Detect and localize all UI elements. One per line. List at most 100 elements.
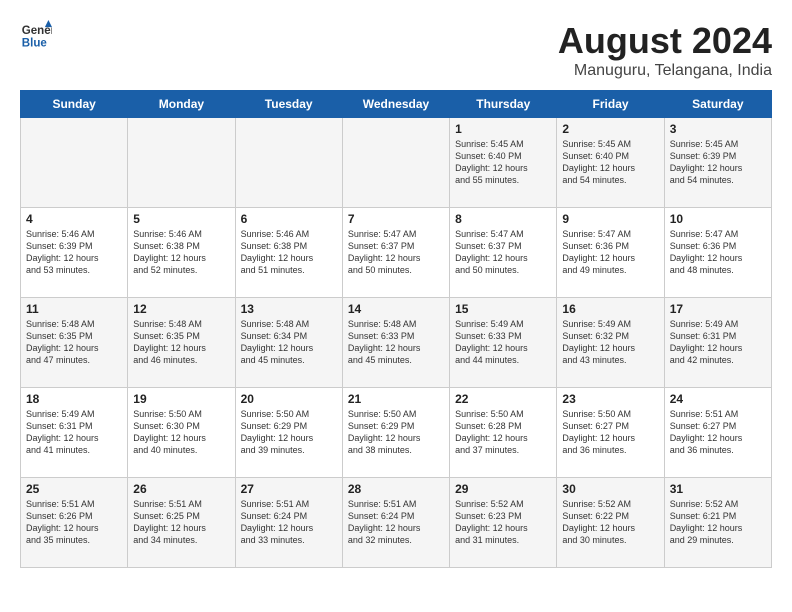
day-content: Sunrise: 5:50 AM Sunset: 6:28 PM Dayligh…: [455, 408, 551, 457]
calendar-day-cell: 25Sunrise: 5:51 AM Sunset: 6:26 PM Dayli…: [21, 478, 128, 568]
calendar-empty-cell: [21, 118, 128, 208]
calendar-week-row: 1 Sunrise: 5:45 AM Sunset: 6:40 PM Daylig…: [21, 118, 772, 208]
day-number: 29: [455, 482, 551, 496]
calendar-week-row: 25Sunrise: 5:51 AM Sunset: 6:26 PM Dayli…: [21, 478, 772, 568]
calendar-day-cell: 23 Sunrise: 5:50 AM Sunset: 6:27 PM Dayli…: [557, 388, 664, 478]
calendar-empty-cell: [342, 118, 449, 208]
day-content: Sunrise: 5:45 AM Sunset: 6:40 PM Dayligh…: [455, 138, 551, 187]
calendar-day-cell: 26Sunrise: 5:51 AM Sunset: 6:25 PM Dayli…: [128, 478, 235, 568]
day-content: Sunrise: 5:52 AM Sunset: 6:23 PM Dayligh…: [455, 498, 551, 547]
calendar-day-cell: 4 Sunrise: 5:46 AM Sunset: 6:39 PM Daylig…: [21, 208, 128, 298]
weekday-header-thursday: Thursday: [450, 91, 557, 118]
calendar-table: SundayMondayTuesdayWednesdayThursdayFrid…: [20, 90, 772, 568]
day-number: 4: [26, 212, 122, 226]
calendar-day-cell: 8 Sunrise: 5:47 AM Sunset: 6:37 PM Daylig…: [450, 208, 557, 298]
day-number: 23: [562, 392, 658, 406]
day-content: Sunrise: 5:48 AM Sunset: 6:33 PM Dayligh…: [348, 318, 444, 367]
calendar-day-cell: 30Sunrise: 5:52 AM Sunset: 6:22 PM Dayli…: [557, 478, 664, 568]
day-number: 9: [562, 212, 658, 226]
day-content: Sunrise: 5:51 AM Sunset: 6:24 PM Dayligh…: [348, 498, 444, 547]
calendar-day-cell: 1 Sunrise: 5:45 AM Sunset: 6:40 PM Daylig…: [450, 118, 557, 208]
day-number: 16: [562, 302, 658, 316]
day-number: 22: [455, 392, 551, 406]
calendar-day-cell: 19 Sunrise: 5:50 AM Sunset: 6:30 PM Dayli…: [128, 388, 235, 478]
day-number: 10: [670, 212, 766, 226]
day-number: 2: [562, 122, 658, 136]
calendar-day-cell: 21 Sunrise: 5:50 AM Sunset: 6:29 PM Dayli…: [342, 388, 449, 478]
calendar-day-cell: 12Sunrise: 5:48 AM Sunset: 6:35 PM Dayli…: [128, 298, 235, 388]
weekday-header-row: SundayMondayTuesdayWednesdayThursdayFrid…: [21, 91, 772, 118]
calendar-day-cell: 5 Sunrise: 5:46 AM Sunset: 6:38 PM Daylig…: [128, 208, 235, 298]
calendar-day-cell: 22 Sunrise: 5:50 AM Sunset: 6:28 PM Dayli…: [450, 388, 557, 478]
weekday-header-wednesday: Wednesday: [342, 91, 449, 118]
calendar-day-cell: 6 Sunrise: 5:46 AM Sunset: 6:38 PM Daylig…: [235, 208, 342, 298]
calendar-day-cell: 27Sunrise: 5:51 AM Sunset: 6:24 PM Dayli…: [235, 478, 342, 568]
day-number: 8: [455, 212, 551, 226]
day-content: Sunrise: 5:49 AM Sunset: 6:31 PM Dayligh…: [26, 408, 122, 457]
calendar-week-row: 4 Sunrise: 5:46 AM Sunset: 6:39 PM Daylig…: [21, 208, 772, 298]
weekday-header-sunday: Sunday: [21, 91, 128, 118]
calendar-day-cell: 29 Sunrise: 5:52 AM Sunset: 6:23 PM Dayli…: [450, 478, 557, 568]
day-content: Sunrise: 5:47 AM Sunset: 6:37 PM Dayligh…: [455, 228, 551, 277]
calendar-day-cell: 15 Sunrise: 5:49 AM Sunset: 6:33 PM Dayli…: [450, 298, 557, 388]
day-number: 15: [455, 302, 551, 316]
calendar-empty-cell: [128, 118, 235, 208]
day-number: 28: [348, 482, 444, 496]
weekday-header-friday: Friday: [557, 91, 664, 118]
day-content: Sunrise: 5:49 AM Sunset: 6:32 PM Dayligh…: [562, 318, 658, 367]
day-content: Sunrise: 5:52 AM Sunset: 6:21 PM Dayligh…: [670, 498, 766, 547]
logo-icon: General Blue: [20, 20, 52, 52]
calendar-day-cell: 11 Sunrise: 5:48 AM Sunset: 6:35 PM Dayli…: [21, 298, 128, 388]
day-content: Sunrise: 5:46 AM Sunset: 6:39 PM Dayligh…: [26, 228, 122, 277]
day-number: 21: [348, 392, 444, 406]
calendar-subtitle: Manuguru, Telangana, India: [558, 62, 772, 80]
day-number: 18: [26, 392, 122, 406]
day-number: 5: [133, 212, 229, 226]
logo: General Blue: [20, 20, 52, 52]
day-number: 14: [348, 302, 444, 316]
day-number: 25: [26, 482, 122, 496]
day-number: 7: [348, 212, 444, 226]
day-content: Sunrise: 5:51 AM Sunset: 6:25 PM Dayligh…: [133, 498, 229, 547]
calendar-day-cell: 7 Sunrise: 5:47 AM Sunset: 6:37 PM Daylig…: [342, 208, 449, 298]
day-content: Sunrise: 5:48 AM Sunset: 6:35 PM Dayligh…: [133, 318, 229, 367]
day-number: 24: [670, 392, 766, 406]
header: General Blue August 2024 Manuguru, Telan…: [20, 20, 772, 80]
day-number: 1: [455, 122, 551, 136]
weekday-header-saturday: Saturday: [664, 91, 771, 118]
calendar-day-cell: 2Sunrise: 5:45 AM Sunset: 6:40 PM Daylig…: [557, 118, 664, 208]
day-content: Sunrise: 5:50 AM Sunset: 6:29 PM Dayligh…: [348, 408, 444, 457]
day-content: Sunrise: 5:46 AM Sunset: 6:38 PM Dayligh…: [241, 228, 337, 277]
calendar-day-cell: 20Sunrise: 5:50 AM Sunset: 6:29 PM Dayli…: [235, 388, 342, 478]
day-content: Sunrise: 5:47 AM Sunset: 6:37 PM Dayligh…: [348, 228, 444, 277]
day-content: Sunrise: 5:48 AM Sunset: 6:35 PM Dayligh…: [26, 318, 122, 367]
title-area: August 2024 Manuguru, Telangana, India: [558, 20, 772, 80]
day-content: Sunrise: 5:51 AM Sunset: 6:27 PM Dayligh…: [670, 408, 766, 457]
day-number: 11: [26, 302, 122, 316]
calendar-day-cell: 18 Sunrise: 5:49 AM Sunset: 6:31 PM Dayli…: [21, 388, 128, 478]
calendar-day-cell: 28 Sunrise: 5:51 AM Sunset: 6:24 PM Dayli…: [342, 478, 449, 568]
day-content: Sunrise: 5:49 AM Sunset: 6:33 PM Dayligh…: [455, 318, 551, 367]
day-number: 6: [241, 212, 337, 226]
svg-text:Blue: Blue: [22, 38, 48, 50]
day-content: Sunrise: 5:46 AM Sunset: 6:38 PM Dayligh…: [133, 228, 229, 277]
day-number: 17: [670, 302, 766, 316]
day-content: Sunrise: 5:45 AM Sunset: 6:39 PM Dayligh…: [670, 138, 766, 187]
calendar-title: August 2024: [558, 20, 772, 62]
day-content: Sunrise: 5:50 AM Sunset: 6:29 PM Dayligh…: [241, 408, 337, 457]
day-content: Sunrise: 5:47 AM Sunset: 6:36 PM Dayligh…: [562, 228, 658, 277]
day-content: Sunrise: 5:50 AM Sunset: 6:27 PM Dayligh…: [562, 408, 658, 457]
calendar-day-cell: 31Sunrise: 5:52 AM Sunset: 6:21 PM Dayli…: [664, 478, 771, 568]
day-content: Sunrise: 5:48 AM Sunset: 6:34 PM Dayligh…: [241, 318, 337, 367]
day-number: 19: [133, 392, 229, 406]
calendar-day-cell: 14 Sunrise: 5:48 AM Sunset: 6:33 PM Dayli…: [342, 298, 449, 388]
weekday-header-tuesday: Tuesday: [235, 91, 342, 118]
day-number: 3: [670, 122, 766, 136]
day-number: 27: [241, 482, 337, 496]
day-content: Sunrise: 5:50 AM Sunset: 6:30 PM Dayligh…: [133, 408, 229, 457]
calendar-day-cell: 17 Sunrise: 5:49 AM Sunset: 6:31 PM Dayli…: [664, 298, 771, 388]
day-content: Sunrise: 5:49 AM Sunset: 6:31 PM Dayligh…: [670, 318, 766, 367]
calendar-day-cell: 16 Sunrise: 5:49 AM Sunset: 6:32 PM Dayli…: [557, 298, 664, 388]
day-number: 13: [241, 302, 337, 316]
day-content: Sunrise: 5:52 AM Sunset: 6:22 PM Dayligh…: [562, 498, 658, 547]
